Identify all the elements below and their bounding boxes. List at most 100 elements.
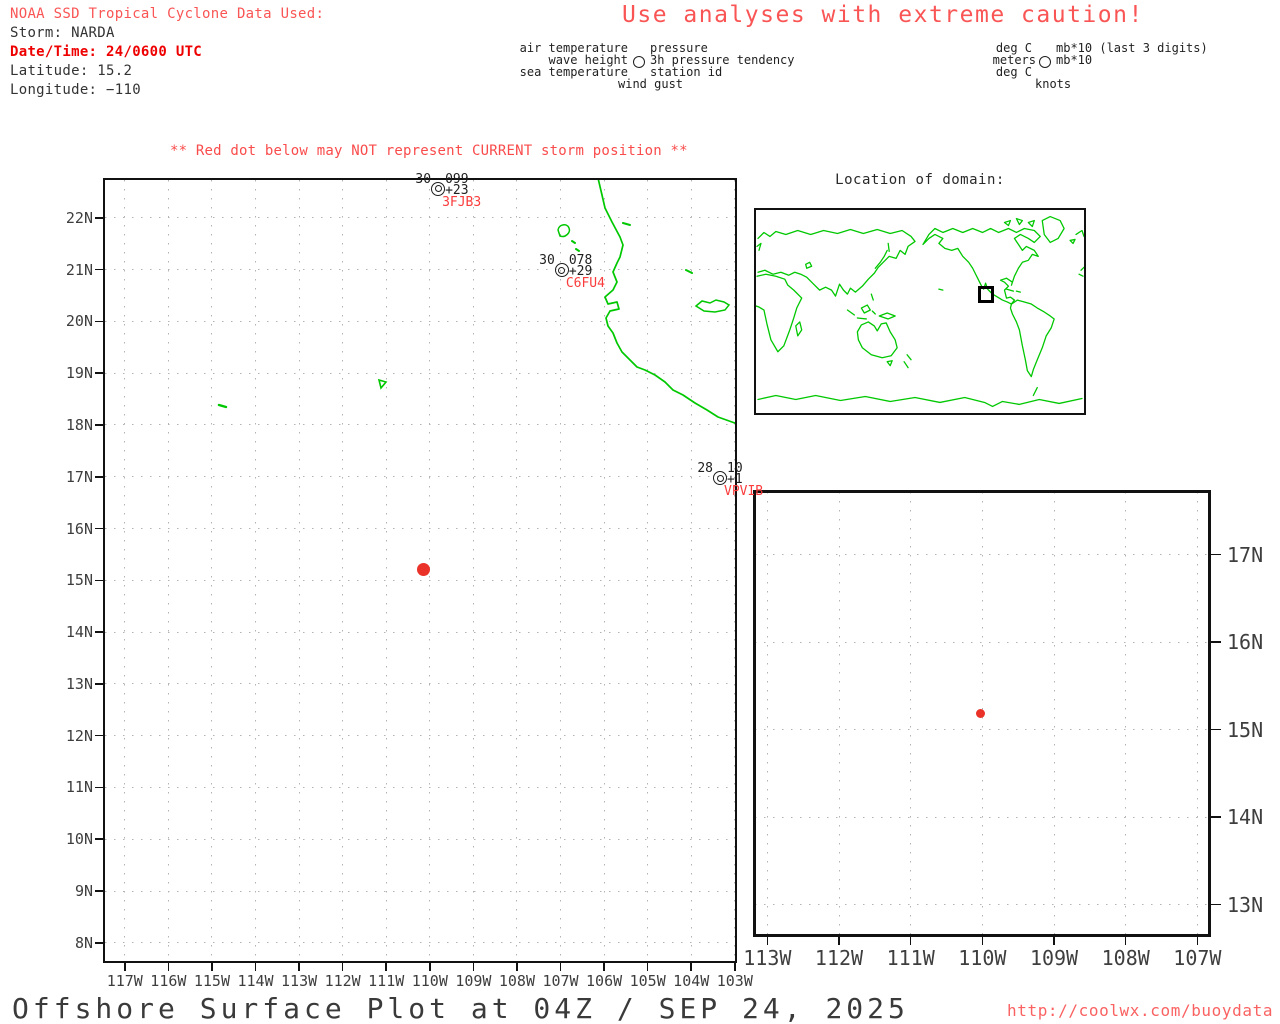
storm-name-line: Storm: NARDA [10, 25, 115, 41]
caution-title: Use analyses with extreme caution! [622, 2, 1144, 28]
axis-tick-lat [95, 683, 103, 685]
station-circle-icon [633, 56, 645, 68]
lon-tick-label: 111W [886, 946, 935, 970]
lon-tick-label: 109W [1029, 946, 1079, 970]
axis-tick-lon [1124, 937, 1127, 945]
station-air-temp: 30 [539, 253, 555, 269]
lat-tick-label: 9N [74, 882, 93, 901]
lat-tick-label: 17N [1227, 542, 1264, 567]
antarctic-peninsula [1032, 386, 1038, 397]
lon-tick-label: 108W [1101, 946, 1150, 970]
greenland [1041, 215, 1065, 244]
lat-tick-label: 15N [1227, 717, 1264, 742]
axis-tick-lat [1211, 553, 1221, 556]
axis-tick-lat [95, 786, 103, 789]
station-circle-inner [558, 266, 566, 274]
lat-tick-label: 15N [65, 571, 93, 590]
axis-tick-lon [472, 963, 475, 971]
axis-tick-lat [1211, 641, 1221, 643]
lat-tick-label: 14N [65, 623, 93, 642]
lon-tick-label: 103W [716, 972, 753, 990]
axis-tick-lat [95, 217, 103, 219]
british-isles [756, 242, 762, 252]
axis-tick-lat [95, 734, 103, 737]
right-edge-coast [1075, 229, 1084, 277]
lat-tick-label: 12N [65, 726, 93, 745]
antarctica-coast [757, 394, 1083, 408]
lon-tick-label: 112W [814, 946, 864, 970]
station-id: VPVIB [724, 484, 764, 500]
lat-tick-label: 13N [1227, 892, 1264, 917]
lat-tick-label: 16N [65, 519, 93, 538]
axis-tick-lat [95, 268, 103, 271]
axis-tick-lon [124, 963, 126, 971]
madagascar [795, 321, 803, 337]
storm-position-warning: ** Red dot below may NOT represent CURRE… [170, 143, 688, 159]
axis-tick-lon [559, 963, 562, 971]
unit-wind-gust: knots [1035, 77, 1072, 91]
storm-info-block: NOAA SSD Tropical Cyclone Data Used: Sto… [10, 5, 324, 100]
axis-tick-lat [95, 424, 103, 426]
lon-tick-label: 113W [743, 946, 792, 970]
axis-tick-lat [95, 527, 103, 530]
axis-tick-lat [1211, 903, 1221, 906]
lat-tick-label: 22N [65, 208, 93, 227]
arctic-islands [1003, 217, 1035, 228]
axis-tick-lat [95, 320, 103, 323]
lon-tick-label: 110W [958, 946, 1007, 970]
axis-tick-lat [95, 838, 103, 840]
lat-tick-label: 21N [65, 260, 93, 279]
axis-tick-lat [95, 372, 103, 374]
lat-tick-label: 8N [74, 933, 93, 952]
axis-tick-lon [341, 963, 344, 971]
japan [874, 242, 890, 269]
new-zealand [903, 354, 912, 369]
axis-tick-lat [1211, 728, 1221, 731]
lat-tick-label: 20N [65, 312, 93, 331]
lat-tick-label: 10N [65, 830, 93, 849]
source-url: http://coolwx.com/buoydata [1007, 1001, 1274, 1020]
inset-title: Location of domain: [835, 172, 1005, 188]
axis-tick-lon [690, 963, 692, 971]
unit-sea-temperature: deg C [995, 65, 1032, 79]
axis-tick-lon [167, 963, 170, 971]
axis-tick-lon [766, 937, 769, 945]
axis-tick-lon [838, 937, 840, 945]
lat-tick-label: 11N [65, 778, 93, 797]
axis-tick-lon [981, 937, 984, 945]
offshore-surface-plot: NOAA SSD Tropical Cyclone Data Used: Sto… [0, 0, 1280, 1024]
legend-sea-temperature: sea temperature [519, 65, 628, 79]
storm-position-dot [976, 708, 986, 718]
station-circle-icon [1039, 56, 1051, 68]
plot-title: Offshore Surface Plot at 04Z / SEP 24, 2… [12, 992, 909, 1024]
axis-tick-lon [603, 963, 605, 971]
station-circle-inner [434, 185, 442, 193]
new-guinea [878, 312, 896, 320]
station-id: C6FU4 [565, 276, 605, 292]
data-source-line: NOAA SSD Tropical Cyclone Data Used: [10, 6, 325, 22]
lat-tick-label: 16N [1227, 630, 1264, 655]
longitude-line: Longitude: −110 [10, 82, 141, 98]
axis-tick-lon [516, 963, 518, 971]
caribbean-islands [1005, 288, 1022, 293]
australia [856, 321, 898, 359]
legend-wind-gust: wind gust [618, 77, 684, 91]
axis-tick-lon [909, 937, 912, 945]
axis-tick-lat [95, 476, 103, 478]
station-air-temp: 28 [697, 461, 713, 477]
eurasia-coast [757, 228, 916, 297]
datetime-line: Date/Time: 24/0600 UTC [10, 44, 203, 60]
world-inset-frame [754, 208, 1086, 415]
unit-pressure-tendency: mb*10 [1056, 53, 1093, 67]
axis-tick-lon [646, 963, 649, 971]
axis-tick-lon [298, 963, 300, 971]
hawaii [938, 288, 944, 291]
tasmania [886, 360, 893, 367]
caspian-sea [805, 261, 813, 269]
station-air-temp: 30 [415, 171, 432, 187]
axis-tick-lon [211, 963, 213, 971]
axis-tick-lon [1196, 937, 1199, 945]
iceland [1069, 238, 1076, 245]
station-circle-inner [716, 474, 724, 482]
domain-box [978, 286, 994, 303]
